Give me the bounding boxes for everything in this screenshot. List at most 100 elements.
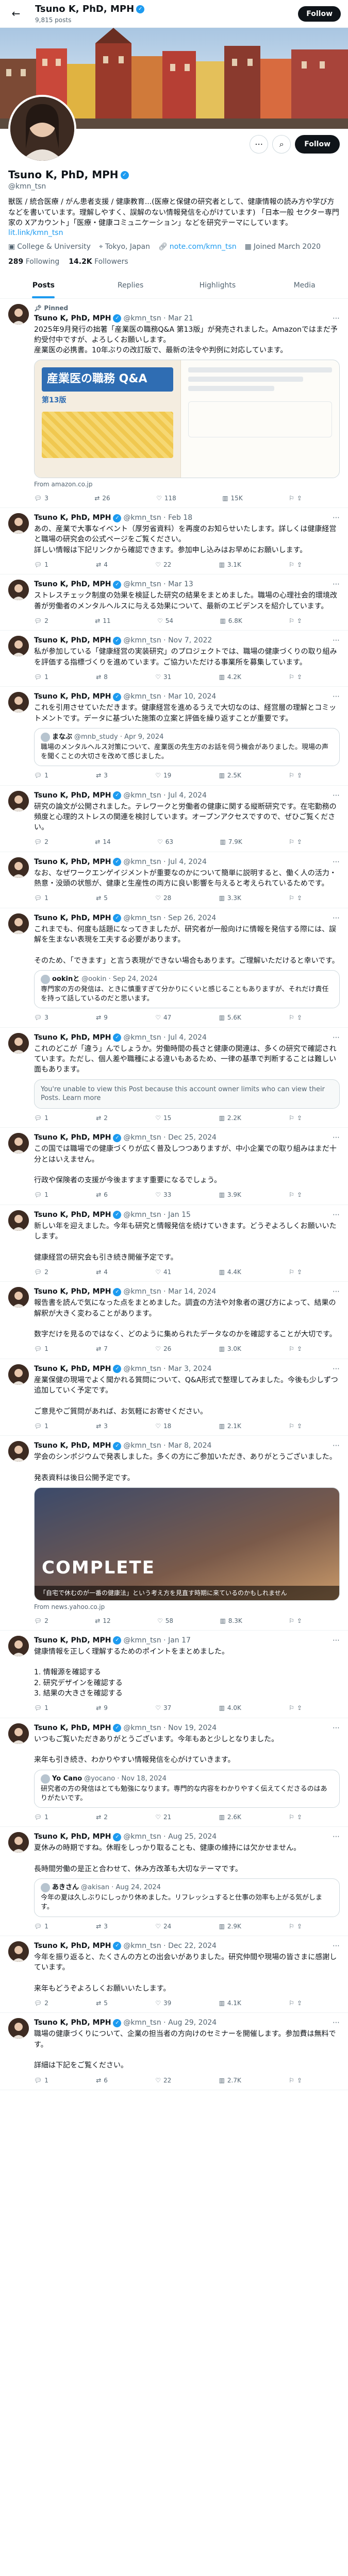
post-image[interactable]: COMPLETE 「自宅で休むのが一番の健康法」という考え方を見直す時期に来ている… <box>34 1487 340 1601</box>
like-button[interactable]: ♡ 22 <box>155 2076 171 2084</box>
reply-button[interactable]: 💬︎ 2 <box>34 617 48 625</box>
views-button[interactable]: ▥ 2.1K <box>219 1422 241 1430</box>
like-button[interactable]: ♡ 39 <box>155 1999 171 2007</box>
views-button[interactable]: ▥ 3.3K <box>219 894 241 902</box>
post-avatar[interactable] <box>8 1441 29 1462</box>
like-button[interactable]: ♡ 37 <box>155 1704 171 1712</box>
post-avatar[interactable] <box>8 2018 29 2039</box>
post-avatar[interactable] <box>8 692 29 713</box>
views-button[interactable]: ▥ 8.3K <box>220 1617 242 1625</box>
bookmark-share-buttons[interactable]: ⚐ ⇪ <box>289 494 302 502</box>
views-button[interactable]: ▥ 3.9K <box>219 1191 241 1199</box>
quoted-post[interactable]: ookinと @ookin · Sep 24, 2024 専門家の方の発信は、ときに… <box>34 970 340 1009</box>
bookmark-share-buttons[interactable]: ⚐ ⇪ <box>289 1813 302 1821</box>
post-avatar[interactable] <box>8 1635 29 1656</box>
reply-button[interactable]: 💬︎ 1 <box>34 673 48 681</box>
more-options-icon[interactable]: ⋯ <box>333 1210 340 1220</box>
post-author-name[interactable]: Tsuno K, PhD, MPH <box>34 636 111 646</box>
post-avatar[interactable] <box>8 304 29 325</box>
reply-button[interactable]: 💬︎ 3 <box>34 494 48 502</box>
post[interactable]: 📌︎ Pinned Tsuno K, PhD, MPH ✓ @kmn_tsn · Ma… <box>0 299 348 509</box>
repost-button[interactable]: ⇄ 14 <box>95 838 110 846</box>
bookmark-share-buttons[interactable]: ⚐ ⇪ <box>289 1013 302 1022</box>
reply-button[interactable]: 💬︎ 1 <box>34 1345 48 1353</box>
arrow-left-icon[interactable]: ← <box>7 5 25 23</box>
repost-button[interactable]: ⇄ 7 <box>96 1345 108 1353</box>
repost-button[interactable]: ⇄ 4 <box>96 1268 108 1276</box>
post[interactable]: Tsuno K, PhD, MPH ✓ @kmn_tsn · Jul 4, 2024… <box>0 1028 348 1128</box>
more-options-icon[interactable]: ⋯ <box>333 1941 340 1951</box>
views-button[interactable]: ▥ 4.1K <box>219 1999 241 2007</box>
reply-button[interactable]: 💬︎ 2 <box>34 1268 48 1276</box>
reply-button[interactable]: 💬︎ 1 <box>34 1114 48 1122</box>
post[interactable]: Tsuno K, PhD, MPH ✓ @kmn_tsn · Jan 17 ⋯ 健康情報… <box>0 1631 348 1718</box>
bookmark-share-buttons[interactable]: ⚐ ⇪ <box>289 1704 302 1712</box>
views-button[interactable]: ▥ 5.6K <box>219 1013 241 1022</box>
like-button[interactable]: ♡ 19 <box>155 771 171 779</box>
post[interactable]: Tsuno K, PhD, MPH ✓ @kmn_tsn · Mar 8, 2024… <box>0 1436 348 1631</box>
post-author-name[interactable]: Tsuno K, PhD, MPH <box>34 1441 111 1451</box>
topbar-follow-button[interactable]: Follow <box>298 6 341 22</box>
followers-stat[interactable]: 14.2K Followers <box>69 257 128 267</box>
reply-button[interactable]: 💬︎ 1 <box>34 1191 48 1199</box>
post[interactable]: Tsuno K, PhD, MPH ✓ @kmn_tsn · Jan 15 ⋯ 新しい年… <box>0 1205 348 1282</box>
more-options-icon[interactable]: ⋯ <box>333 1832 340 1842</box>
search-icon[interactable]: ⌕ <box>272 135 291 154</box>
post-author-name[interactable]: Tsuno K, PhD, MPH <box>34 1636 111 1646</box>
quoted-post[interactable]: まなぶ @mnb_study · Apr 9, 2024 職場のメンタルヘルス対策に… <box>34 727 340 767</box>
more-options-icon[interactable]: ⋯ <box>333 857 340 867</box>
like-button[interactable]: ♡ 28 <box>155 894 171 902</box>
reply-button[interactable]: 💬︎ 1 <box>34 561 48 569</box>
reply-button[interactable]: 💬︎ 1 <box>34 771 48 779</box>
post[interactable]: Tsuno K, PhD, MPH ✓ @kmn_tsn · Dec 25, 202… <box>0 1128 348 1205</box>
tab-media[interactable]: Media <box>261 273 348 298</box>
repost-button[interactable]: ⇄ 2 <box>96 1114 108 1122</box>
post-avatar[interactable] <box>8 513 29 534</box>
like-button[interactable]: ♡ 24 <box>155 1922 171 1930</box>
repost-button[interactable]: ⇄ 5 <box>96 894 108 902</box>
more-options-icon[interactable]: ⋯ <box>333 1364 340 1374</box>
tab-replies[interactable]: Replies <box>87 273 174 298</box>
post-author-name[interactable]: Tsuno K, PhD, MPH <box>34 1723 111 1733</box>
post-author-name[interactable]: Tsuno K, PhD, MPH <box>34 857 111 867</box>
more-options-icon[interactable]: ⋯ <box>333 513 340 523</box>
like-button[interactable]: ♡ 26 <box>155 1345 171 1353</box>
follow-button[interactable]: Follow <box>295 135 340 154</box>
post-author-name[interactable]: Tsuno K, PhD, MPH <box>34 1941 111 1951</box>
repost-button[interactable]: ⇄ 3 <box>96 1422 108 1430</box>
reply-button[interactable]: 💬︎ 3 <box>34 1013 48 1022</box>
views-button[interactable]: ▥ 4.2K <box>219 673 241 681</box>
repost-button[interactable]: ⇄ 11 <box>95 617 110 625</box>
post[interactable]: Tsuno K, PhD, MPH ✓ @kmn_tsn · Aug 25, 202… <box>0 1827 348 1936</box>
bookmark-share-buttons[interactable]: ⚐ ⇪ <box>289 617 302 625</box>
views-button[interactable]: ▥ 3.1K <box>219 561 241 569</box>
more-options-icon[interactable]: ⋯ <box>333 1287 340 1297</box>
post[interactable]: Tsuno K, PhD, MPH ✓ @kmn_tsn · Sep 26, 202… <box>0 908 348 1028</box>
post-avatar[interactable] <box>8 1832 29 1853</box>
like-button[interactable]: ♡ 21 <box>155 1813 171 1821</box>
reply-button[interactable]: 💬︎ 1 <box>34 1704 48 1712</box>
post-author-name[interactable]: Tsuno K, PhD, MPH <box>34 1133 111 1143</box>
views-button[interactable]: ▥ 4.0K <box>219 1704 241 1712</box>
more-options-icon[interactable]: ⋯ <box>333 913 340 923</box>
post[interactable]: Tsuno K, PhD, MPH ✓ @kmn_tsn · Mar 10, 202… <box>0 687 348 786</box>
views-button[interactable]: ▥ 2.2K <box>219 1114 241 1122</box>
more-options-icon[interactable]: ⋯ <box>333 636 340 646</box>
repost-button[interactable]: ⇄ 9 <box>96 1013 108 1022</box>
post[interactable]: Tsuno K, PhD, MPH ✓ @kmn_tsn · Aug 29, 202… <box>0 2013 348 2090</box>
repost-button[interactable]: ⇄ 4 <box>96 561 108 569</box>
like-button[interactable]: ♡ 118 <box>156 494 176 502</box>
like-button[interactable]: ♡ 33 <box>155 1191 171 1199</box>
reply-button[interactable]: 💬︎ 2 <box>34 1999 48 2007</box>
repost-button[interactable]: ⇄ 6 <box>96 1191 108 1199</box>
more-options-icon[interactable]: ⋯ <box>250 135 269 154</box>
post[interactable]: Tsuno K, PhD, MPH ✓ @kmn_tsn · Mar 13 ⋯ ストレス… <box>0 574 348 631</box>
post-author-name[interactable]: Tsuno K, PhD, MPH <box>34 1287 111 1297</box>
quoted-post[interactable]: あきさん @akisan · Aug 24, 2024 今年の夏は久しぶりにしっかり… <box>34 1878 340 1917</box>
like-button[interactable]: ♡ 58 <box>157 1617 173 1625</box>
post-avatar[interactable] <box>8 580 29 601</box>
bookmark-share-buttons[interactable]: ⚐ ⇪ <box>289 673 302 681</box>
more-options-icon[interactable]: ⋯ <box>333 314 340 324</box>
post-avatar[interactable] <box>8 790 29 811</box>
more-options-icon[interactable]: ⋯ <box>333 1133 340 1143</box>
